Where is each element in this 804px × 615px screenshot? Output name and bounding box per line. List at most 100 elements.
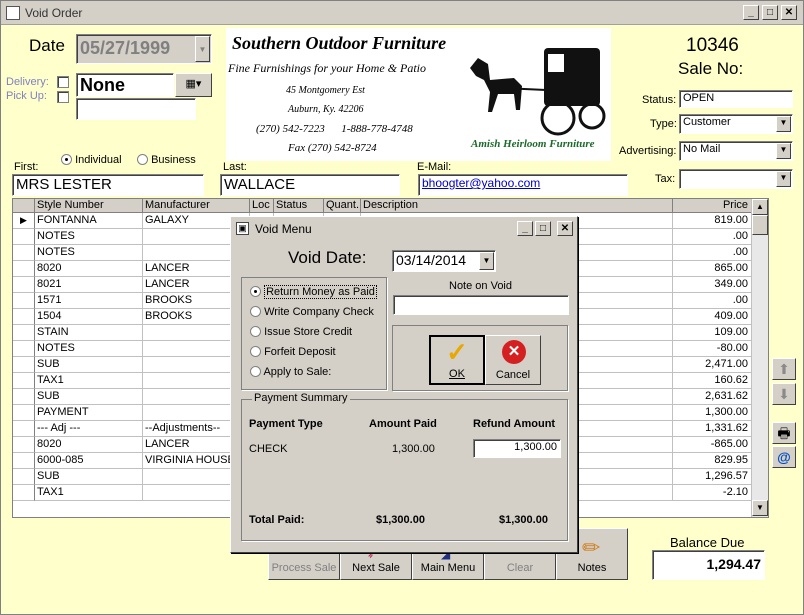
individual-radio[interactable]: Individual: [61, 154, 122, 166]
option-apply-to-sale[interactable]: Apply to Sale:: [250, 366, 331, 378]
row-selector[interactable]: [13, 293, 35, 309]
cell-style-number[interactable]: PAYMENT: [35, 405, 143, 421]
cell-style-number[interactable]: TAX1: [35, 373, 143, 389]
dialog-close-button[interactable]: ✕: [557, 221, 573, 236]
cell-style-number[interactable]: NOTES: [35, 229, 143, 245]
row-selector[interactable]: ▶: [13, 213, 35, 229]
date-field[interactable]: 05/27/1999 ▼: [76, 34, 212, 64]
cell-price[interactable]: -865.00: [673, 437, 752, 453]
email-field[interactable]: bhoogter@yahoo.com: [418, 174, 628, 196]
cell-style-number[interactable]: 1571: [35, 293, 143, 309]
cell-price[interactable]: 109.00: [673, 325, 752, 341]
option-forfeit-deposit[interactable]: Forfeit Deposit: [250, 346, 336, 358]
void-date-dropdown-icon[interactable]: ▼: [479, 252, 494, 270]
cell-style-number[interactable]: 1504: [35, 309, 143, 325]
scroll-down-icon[interactable]: ▼: [752, 500, 768, 516]
cell-style-number[interactable]: NOTES: [35, 341, 143, 357]
row-selector[interactable]: [13, 405, 35, 421]
cell-style-number[interactable]: 8020: [35, 437, 143, 453]
scroll-thumb[interactable]: [752, 215, 768, 235]
last-name-field[interactable]: WALLACE: [220, 174, 400, 196]
date-dropdown-icon[interactable]: ▼: [195, 36, 210, 62]
row-selector[interactable]: [13, 373, 35, 389]
print-button[interactable]: 🖶: [772, 422, 796, 444]
cell-price[interactable]: 2,471.00: [673, 357, 752, 373]
cell-style-number[interactable]: NOTES: [35, 245, 143, 261]
maximize-button[interactable]: □: [762, 5, 778, 20]
grid-scrollbar[interactable]: ▲ ▼: [751, 199, 768, 517]
cell-price[interactable]: .00: [673, 245, 752, 261]
col-price[interactable]: Price: [673, 199, 752, 213]
row-selector[interactable]: [13, 437, 35, 453]
row-selector[interactable]: [13, 261, 35, 277]
note-on-void-field[interactable]: [393, 295, 569, 315]
row-selector[interactable]: [13, 309, 35, 325]
first-name-field[interactable]: MRS LESTER: [12, 174, 204, 196]
col-manufacturer[interactable]: Manufacturer: [143, 199, 250, 213]
business-radio[interactable]: Business: [137, 154, 196, 166]
advertising-dropdown-icon[interactable]: ▼: [776, 143, 791, 159]
void-date-field[interactable]: 03/14/2014 ▼: [392, 250, 496, 272]
row-selector[interactable]: [13, 277, 35, 293]
option-store-credit[interactable]: Issue Store Credit: [250, 326, 352, 338]
cell-price[interactable]: -2.10: [673, 485, 752, 501]
dialog-maximize-button[interactable]: □: [535, 221, 551, 236]
close-button[interactable]: ✕: [781, 5, 797, 20]
tax-dropdown-icon[interactable]: ▼: [776, 171, 791, 187]
cell-price[interactable]: .00: [673, 293, 752, 309]
cell-price[interactable]: 829.95: [673, 453, 752, 469]
email-button[interactable]: @: [772, 446, 796, 468]
type-dropdown-icon[interactable]: ▼: [776, 116, 791, 132]
cell-price[interactable]: 160.62: [673, 373, 752, 389]
row-selector[interactable]: [13, 245, 35, 261]
cell-price[interactable]: 819.00: [673, 213, 752, 229]
col-quant[interactable]: Quant.: [324, 199, 361, 213]
row-selector[interactable]: [13, 325, 35, 341]
cell-price[interactable]: 1,296.57: [673, 469, 752, 485]
ok-button[interactable]: ✓ OK: [429, 335, 485, 385]
option-return-money[interactable]: Return Money as Paid: [250, 285, 377, 299]
minimize-button[interactable]: _: [743, 5, 759, 20]
cancel-button[interactable]: ✕ Cancel: [485, 335, 541, 385]
cell-style-number[interactable]: STAIN: [35, 325, 143, 341]
row-selector[interactable]: [13, 357, 35, 373]
col-style-number[interactable]: Style Number: [35, 199, 143, 213]
cell-style-number[interactable]: 8020: [35, 261, 143, 277]
cell-style-number[interactable]: 6000-085: [35, 453, 143, 469]
cell-price[interactable]: -80.00: [673, 341, 752, 357]
scroll-up-icon[interactable]: ▲: [752, 199, 768, 215]
email-value[interactable]: bhoogter@yahoo.com: [422, 176, 540, 190]
delivery-extra-field[interactable]: [76, 98, 196, 120]
move-down-button[interactable]: ⬇: [772, 383, 796, 405]
status-field[interactable]: OPEN: [679, 90, 793, 108]
move-up-button[interactable]: ⬆: [772, 358, 796, 380]
delivery-checkbox[interactable]: [57, 76, 69, 88]
delivery-method-field[interactable]: None: [76, 73, 174, 97]
advertising-select[interactable]: No Mail ▼: [679, 141, 793, 161]
type-select[interactable]: Customer ▼: [679, 114, 793, 134]
cell-style-number[interactable]: FONTANNA: [35, 213, 143, 229]
col-status[interactable]: Status: [274, 199, 324, 213]
row-selector[interactable]: [13, 485, 35, 501]
row-selector[interactable]: [13, 389, 35, 405]
row-selector[interactable]: [13, 453, 35, 469]
pickup-checkbox[interactable]: [57, 91, 69, 103]
col-loc[interactable]: Loc: [250, 199, 274, 213]
dialog-minimize-button[interactable]: _: [517, 221, 533, 236]
row-selector[interactable]: [13, 421, 35, 437]
cell-style-number[interactable]: SUB: [35, 469, 143, 485]
cell-style-number[interactable]: SUB: [35, 357, 143, 373]
row-selector[interactable]: [13, 469, 35, 485]
cell-price[interactable]: 2,631.62: [673, 389, 752, 405]
cell-price[interactable]: 1,331.62: [673, 421, 752, 437]
row-selector[interactable]: [13, 341, 35, 357]
cell-price[interactable]: 1,300.00: [673, 405, 752, 421]
cell-price[interactable]: 349.00: [673, 277, 752, 293]
option-write-check[interactable]: Write Company Check: [250, 306, 374, 318]
cell-price[interactable]: 409.00: [673, 309, 752, 325]
col-description[interactable]: Description: [361, 199, 673, 213]
refund-amount-field[interactable]: 1,300.00: [473, 439, 561, 458]
cell-style-number[interactable]: --- Adj ---: [35, 421, 143, 437]
cell-style-number[interactable]: SUB: [35, 389, 143, 405]
cell-price[interactable]: 865.00: [673, 261, 752, 277]
